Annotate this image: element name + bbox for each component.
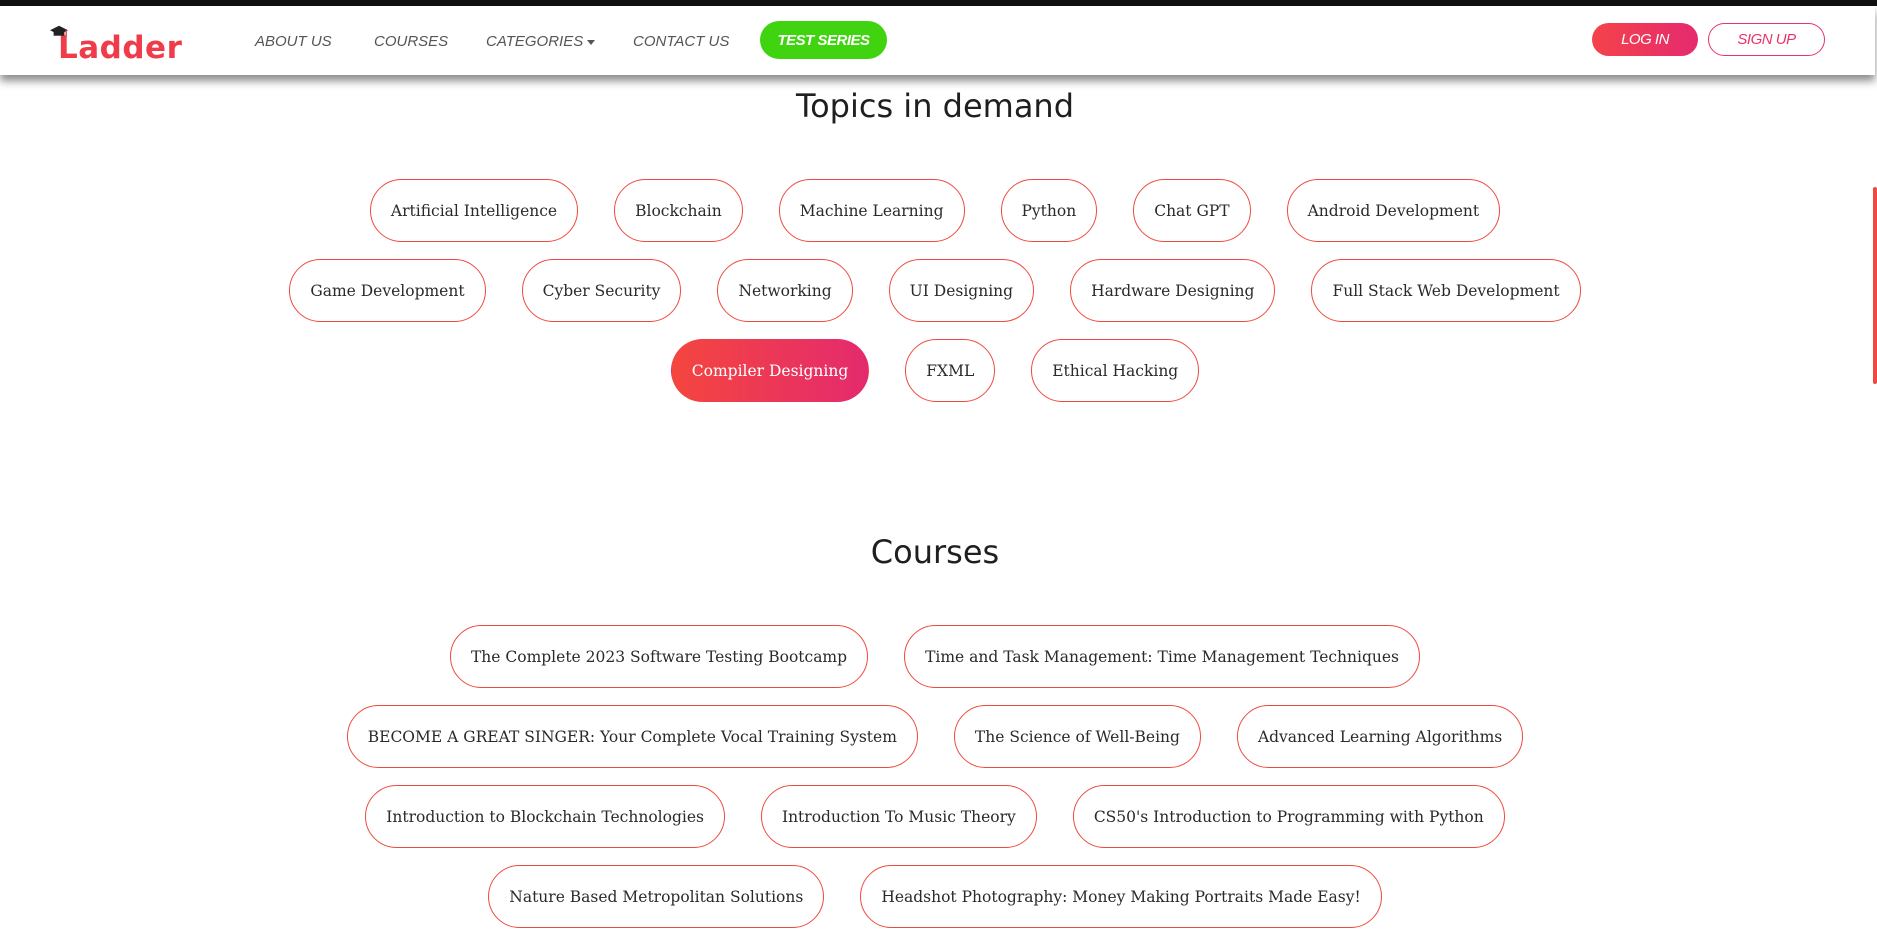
topic-pill[interactable]: Networking — [717, 259, 853, 322]
course-row: Introduction to Blockchain Technologies I… — [0, 785, 1870, 848]
course-pill[interactable]: BECOME A GREAT SINGER: Your Complete Voc… — [346, 705, 918, 768]
course-pill[interactable]: CS50's Introduction to Programming with … — [1072, 785, 1505, 848]
courses-title: Courses — [870, 533, 1000, 571]
logo-text: Ladder — [58, 30, 183, 66]
course-row: BECOME A GREAT SINGER: Your Complete Voc… — [0, 705, 1870, 768]
topic-row: Artificial Intelligence Blockchain Machine… — [0, 179, 1870, 242]
topics-title: Topics in demand — [795, 87, 1075, 125]
topic-pill[interactable]: Compiler Designing — [670, 339, 870, 402]
topic-pill[interactable]: Python — [1000, 179, 1098, 242]
course-pill[interactable]: The Science of Well-Being — [953, 705, 1201, 768]
topic-row: Game Development Cyber Security Networking… — [0, 259, 1870, 322]
course-pill[interactable]: Introduction To Music Theory — [760, 785, 1037, 848]
course-pill[interactable]: Introduction to Blockchain Technologies — [365, 785, 725, 848]
course-pill[interactable]: Nature Based Metropolitan Solutions — [488, 865, 825, 928]
graduation-cap-icon — [50, 25, 68, 37]
test-series-button[interactable]: TEST SERIES — [760, 21, 887, 59]
nav-categories-label: CATEGORIES — [486, 33, 584, 50]
topic-pill[interactable]: FXML — [905, 339, 996, 402]
topic-pill[interactable]: Full Stack Web Development — [1311, 259, 1581, 322]
topic-pill[interactable]: Chat GPT — [1133, 179, 1251, 242]
course-pill[interactable]: The Complete 2023 Software Testing Bootc… — [449, 625, 869, 688]
topic-pill[interactable]: Cyber Security — [521, 259, 682, 322]
nav-contact-us[interactable]: CONTACT US — [633, 33, 729, 50]
login-button[interactable]: LOG IN — [1592, 23, 1698, 56]
logo[interactable]: Ladder — [50, 16, 182, 64]
signup-button[interactable]: SIGN UP — [1708, 23, 1825, 56]
nav-about-us[interactable]: ABOUT US — [255, 33, 332, 50]
nav-categories[interactable]: CATEGORIES — [486, 33, 596, 50]
topic-pill[interactable]: Ethical Hacking — [1031, 339, 1200, 402]
topic-pill[interactable]: Android Development — [1286, 179, 1501, 242]
scrollbar-thumb[interactable] — [1873, 187, 1877, 384]
course-pill[interactable]: Time and Task Management: Time Managemen… — [904, 625, 1421, 688]
navbar: Ladder ABOUT US COURSES CATEGORIES CONTA… — [0, 6, 1875, 75]
topic-pill[interactable]: Machine Learning — [778, 179, 965, 242]
chevron-down-icon — [587, 39, 596, 45]
course-pill[interactable]: Advanced Learning Algorithms — [1236, 705, 1524, 768]
course-row: The Complete 2023 Software Testing Bootc… — [0, 625, 1870, 688]
topic-row: Compiler Designing FXML Ethical Hacking — [0, 339, 1870, 402]
nav-courses[interactable]: COURSES — [374, 33, 448, 50]
topic-pill[interactable]: Game Development — [289, 259, 486, 322]
topic-pill[interactable]: UI Designing — [888, 259, 1035, 322]
course-row: Nature Based Metropolitan Solutions Heads… — [0, 865, 1870, 928]
course-pill[interactable]: Headshot Photography: Money Making Portr… — [860, 865, 1382, 928]
topic-pill[interactable]: Artificial Intelligence — [369, 179, 579, 242]
topic-pill[interactable]: Blockchain — [614, 179, 743, 242]
topic-pill[interactable]: Hardware Designing — [1070, 259, 1276, 322]
